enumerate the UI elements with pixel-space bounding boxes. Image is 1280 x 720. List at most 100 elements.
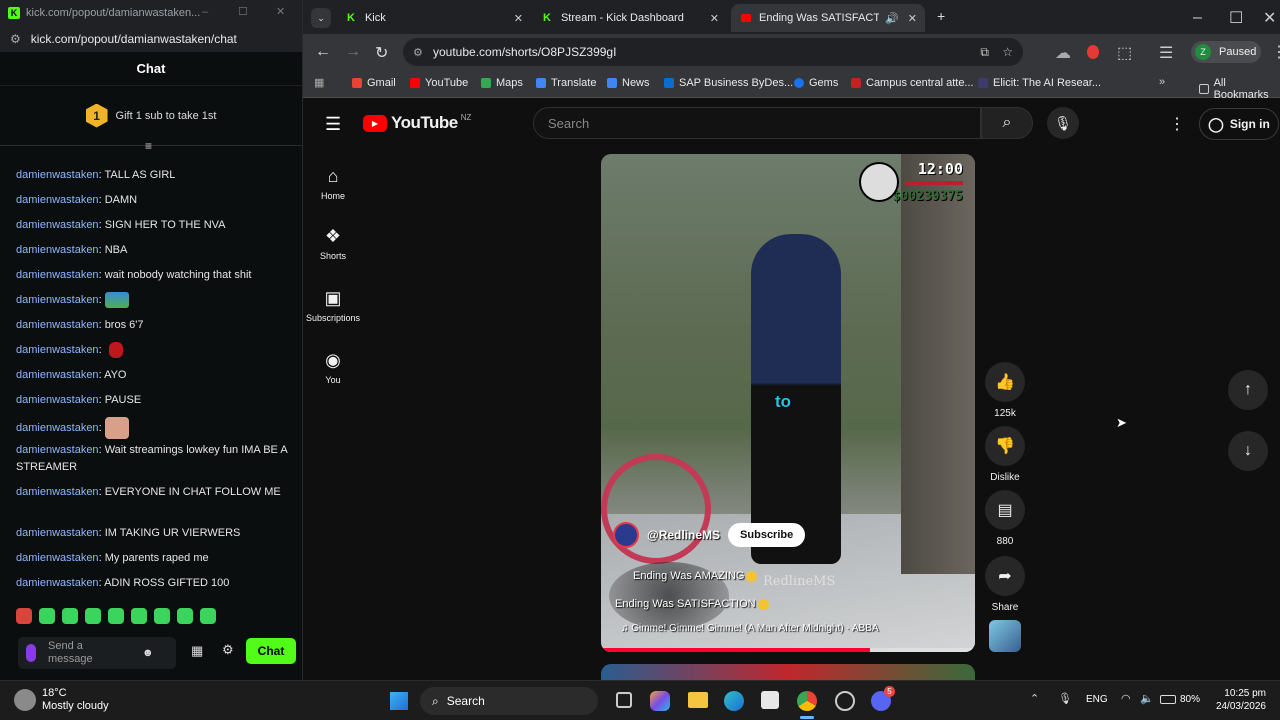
like-button[interactable]: 👍 125k xyxy=(975,362,1035,419)
emote-icon[interactable] xyxy=(85,608,101,624)
new-tab-icon[interactable]: + xyxy=(937,8,945,24)
copilot-icon[interactable] xyxy=(650,691,670,711)
gift-sub-banner[interactable]: 1 Gift 1 sub to take 1st xyxy=(0,86,302,146)
apps-icon[interactable]: ▦ xyxy=(314,76,324,89)
chat-settings-icon[interactable]: ⚙ xyxy=(222,642,234,658)
nav-home[interactable]: ⌂ Home xyxy=(303,166,363,201)
media-controls-icon[interactable]: ☰ xyxy=(1159,43,1173,63)
chat-input[interactable]: Send a message ☻ xyxy=(18,637,176,669)
share-button[interactable]: ➦ Share xyxy=(975,556,1035,613)
emote-icon[interactable] xyxy=(62,608,78,624)
mic-icon[interactable] xyxy=(26,644,36,662)
tab-youtube[interactable]: Ending Was SATISFACTION 🔊 ✕ xyxy=(731,4,925,32)
music-row[interactable]: ♫ Gimme! Gimme! Gimme! (A Man After Midn… xyxy=(621,623,879,634)
store-icon[interactable] xyxy=(761,691,779,709)
tab-kick[interactable]: K Kick ✕ xyxy=(337,4,531,32)
close-icon[interactable]: ✕ xyxy=(276,5,285,18)
bookmark-elicit[interactable]: Elicit: The AI Resear... xyxy=(978,77,1101,89)
sound-thumbnail[interactable] xyxy=(989,620,1021,652)
battery-icon[interactable] xyxy=(1160,695,1176,704)
clock[interactable]: 10:25 pm 24/03/2026 xyxy=(1214,687,1266,713)
forward-icon[interactable]: → xyxy=(345,43,361,61)
extensions-icon[interactable]: ⬚ xyxy=(1117,43,1132,63)
maximize-icon[interactable]: ☐ xyxy=(238,5,248,18)
minimize-icon[interactable]: – xyxy=(202,6,208,18)
emoji-picker-icon[interactable]: ☻ xyxy=(142,647,154,659)
emote-icon[interactable] xyxy=(16,608,32,624)
microphone-icon[interactable]: 🎙 xyxy=(1058,692,1072,705)
bookmark-gems[interactable]: Gems xyxy=(794,77,838,89)
bookmark-sap[interactable]: SAP Business ByDes... xyxy=(664,77,793,89)
nav-you[interactable]: ◉ You xyxy=(303,350,363,385)
more-bookmarks-icon[interactable]: » xyxy=(1159,76,1165,88)
app-icon[interactable] xyxy=(835,691,855,711)
subscribe-button[interactable]: Subscribe xyxy=(728,523,806,547)
filter-icon[interactable]: ≡ xyxy=(145,139,152,153)
channel-name[interactable]: @RedlineMS xyxy=(647,528,720,542)
profile-button[interactable]: Z Paused xyxy=(1191,41,1261,63)
search-button[interactable]: ⌕ xyxy=(981,107,1033,139)
emote-icon[interactable] xyxy=(200,608,216,624)
emote-icon[interactable] xyxy=(131,608,147,624)
channel-avatar[interactable] xyxy=(613,522,639,548)
previous-short-button[interactable]: ↑ xyxy=(1228,370,1268,410)
volume-icon[interactable]: 🔈 xyxy=(1140,692,1154,705)
sign-in-button[interactable]: ◯ Sign in xyxy=(1199,108,1279,140)
short-video-player[interactable]: 12:00 $00239375 to @RedlineMS Subscribe … xyxy=(601,154,975,652)
tab-search-icon[interactable]: ⌄ xyxy=(311,8,331,28)
emote-icon[interactable] xyxy=(39,608,55,624)
close-tab-icon[interactable]: ✕ xyxy=(710,12,719,25)
emote-bar[interactable] xyxy=(16,608,216,624)
emote-icon[interactable] xyxy=(108,608,124,624)
settings-menu-icon[interactable]: ⋮ xyxy=(1169,114,1185,134)
close-tab-icon[interactable]: ✕ xyxy=(908,12,917,25)
language-indicator[interactable]: ENG xyxy=(1086,694,1108,705)
dislike-button[interactable]: 👎 Dislike xyxy=(975,426,1035,483)
tab-kick-dashboard[interactable]: K Stream - Kick Dashboard ✕ xyxy=(533,4,727,32)
menu-icon[interactable]: ⋮ xyxy=(1271,42,1280,62)
back-icon[interactable]: ← xyxy=(315,43,331,61)
chat-send-button[interactable]: Chat xyxy=(246,638,296,664)
weather-widget[interactable]: 18°C Mostly cloudy xyxy=(14,687,109,713)
bookmark-maps[interactable]: Maps xyxy=(481,77,523,89)
bookmark-news[interactable]: News xyxy=(607,77,650,89)
bookmark-translate[interactable]: Translate xyxy=(536,77,596,89)
address-bar[interactable]: ⚙ youtube.com/shorts/O8PJSZ399gI ⧉ ☆ xyxy=(403,38,1023,66)
next-short-button[interactable]: ↓ xyxy=(1228,431,1268,471)
youtube-logo[interactable]: ▶ YouTube NZ xyxy=(363,113,471,133)
extension-record-icon[interactable] xyxy=(1087,45,1099,59)
install-icon[interactable]: ⧉ xyxy=(980,45,989,60)
search-input[interactable]: Search xyxy=(533,107,981,139)
bookmark-star-icon[interactable]: ☆ xyxy=(1002,45,1013,59)
progress-track[interactable] xyxy=(601,648,975,652)
extension-icon[interactable]: ☁ xyxy=(1055,43,1071,63)
maximize-icon[interactable]: ☐ xyxy=(1229,8,1243,28)
bookmark-gmail[interactable]: Gmail xyxy=(352,77,396,89)
minimize-icon[interactable]: – xyxy=(1193,9,1202,27)
bookmark-campus[interactable]: Campus central atte... xyxy=(851,77,974,89)
hamburger-menu-icon[interactable]: ☰ xyxy=(325,114,341,135)
windows-start-icon[interactable] xyxy=(390,692,408,710)
taskbar-search[interactable]: ⌕ Search xyxy=(420,687,598,715)
bookmark-youtube[interactable]: YouTube xyxy=(410,77,468,89)
nav-shorts[interactable]: ❖ Shorts xyxy=(303,226,363,261)
audio-icon[interactable]: 🔊 xyxy=(885,12,899,25)
emote-icon[interactable] xyxy=(154,608,170,624)
reload-icon[interactable]: ↻ xyxy=(375,43,388,63)
wifi-icon[interactable]: ◠ xyxy=(1121,692,1131,705)
store-icon[interactable]: ▦ xyxy=(191,643,203,659)
show-hidden-icons[interactable]: ⌃ xyxy=(1030,692,1039,705)
close-icon[interactable]: ✕ xyxy=(1263,8,1276,28)
kick-url-bar[interactable]: ⚙ kick.com/popout/damianwastaken/chat xyxy=(0,26,302,52)
chrome-icon[interactable] xyxy=(797,691,817,711)
nav-subscriptions[interactable]: ▣ Subscriptions xyxy=(303,288,363,323)
close-tab-icon[interactable]: ✕ xyxy=(514,12,523,25)
site-settings-icon[interactable]: ⚙ xyxy=(10,32,21,46)
emote-icon[interactable] xyxy=(177,608,193,624)
site-info-icon[interactable]: ⚙ xyxy=(413,46,423,59)
voice-search-icon[interactable]: 🎙 xyxy=(1047,107,1079,139)
task-view-icon[interactable] xyxy=(616,692,632,708)
comments-button[interactable]: ▤ 880 xyxy=(975,490,1035,547)
edge-icon[interactable] xyxy=(724,691,744,711)
file-explorer-icon[interactable] xyxy=(688,692,708,708)
